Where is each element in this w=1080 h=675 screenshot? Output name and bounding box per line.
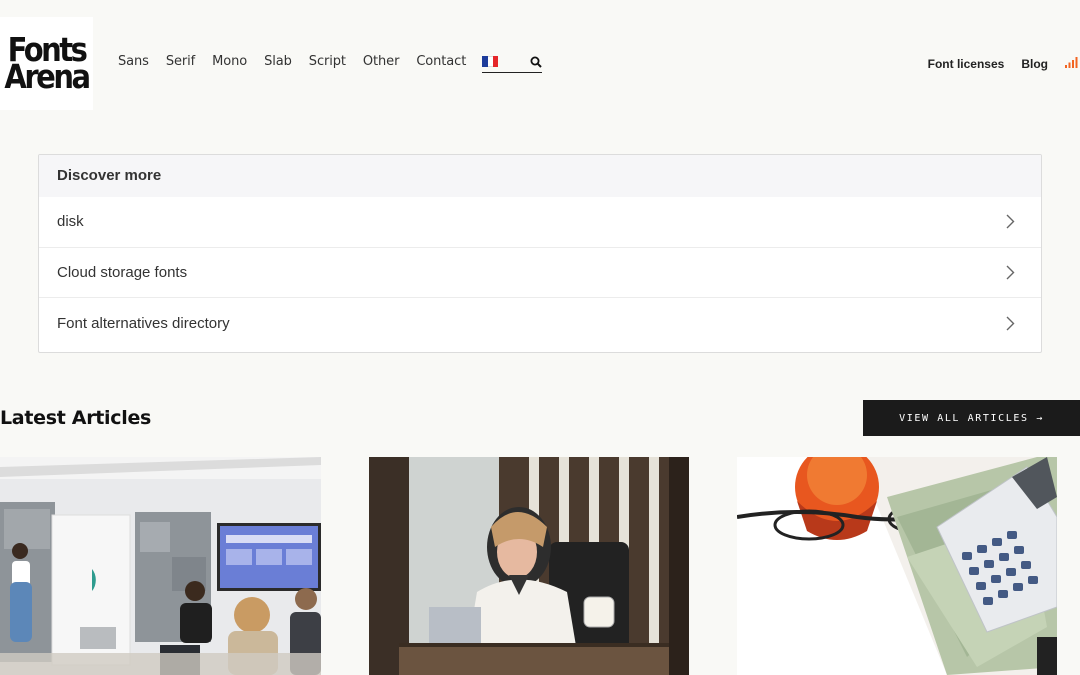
nav-item-blog[interactable]: Blog	[1021, 57, 1048, 71]
site-logo[interactable]: Fonts Arena	[0, 17, 93, 110]
chevron-right-icon	[1006, 214, 1015, 229]
discover-more-title: Discover more	[39, 155, 1041, 197]
nav-item-sans[interactable]: Sans	[118, 54, 149, 69]
article-card-image-meeting[interactable]	[0, 457, 321, 675]
nav-item-font-licenses[interactable]: Font licenses	[928, 57, 1005, 71]
view-all-articles-button[interactable]: VIEW ALL ARTICLES →	[863, 400, 1080, 436]
chevron-right-icon	[1006, 265, 1015, 280]
nav-item-serif[interactable]: Serif	[166, 54, 195, 69]
secondary-nav: Font licenses Blog	[928, 55, 1080, 73]
chevron-right-icon	[1006, 316, 1015, 331]
rss-signal-icon[interactable]	[1065, 55, 1078, 73]
nav-item-script[interactable]: Script	[309, 54, 346, 69]
discover-item-label: Cloud storage fonts	[57, 263, 188, 281]
article-card-image-finance[interactable]	[737, 457, 1057, 675]
discover-item-font-alternatives-directory[interactable]: Font alternatives directory	[39, 298, 1041, 349]
discover-item-disk[interactable]: disk	[39, 197, 1041, 248]
logo-line-2: Arena	[4, 57, 91, 96]
primary-nav: Sans Serif Mono Slab Script Other Contac…	[118, 54, 499, 69]
search-box	[482, 53, 542, 73]
article-card-image-office[interactable]	[369, 457, 689, 675]
latest-articles-heading: Latest Articles	[0, 407, 152, 429]
nav-item-slab[interactable]: Slab	[264, 54, 292, 69]
discover-more-panel: Discover more disk Cloud storage fonts F…	[38, 154, 1042, 353]
discover-item-label: disk	[57, 213, 84, 231]
search-input[interactable]	[482, 53, 526, 71]
discover-item-cloud-storage-fonts[interactable]: Cloud storage fonts	[39, 248, 1041, 298]
search-icon[interactable]	[530, 55, 542, 73]
nav-item-contact[interactable]: Contact	[416, 54, 466, 69]
discover-item-label: Font alternatives directory	[57, 314, 230, 332]
nav-item-mono[interactable]: Mono	[212, 54, 247, 69]
nav-item-other[interactable]: Other	[363, 54, 400, 69]
